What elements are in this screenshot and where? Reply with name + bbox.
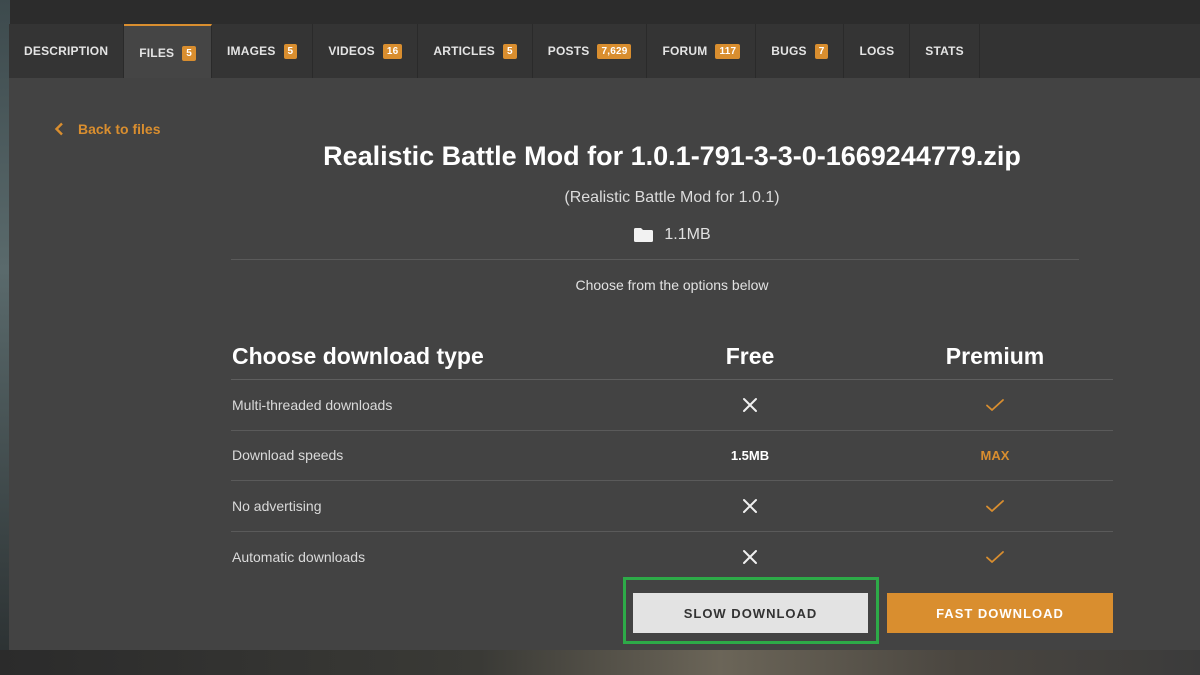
tab-stats[interactable]: STATS — [910, 24, 980, 78]
tab-forum[interactable]: FORUM 117 — [647, 24, 757, 78]
file-subtitle: (Realistic Battle Mod for 1.0.1) — [564, 189, 780, 206]
chevron-left-icon — [54, 122, 63, 136]
tab-label: LOGS — [859, 44, 895, 58]
feature-label: Multi-threaded downloads — [232, 396, 393, 413]
download-type-table: Choose download type Free Premium Multi-… — [231, 334, 1113, 582]
tab-label: FORUM — [662, 44, 708, 58]
feature-label: Download speeds — [232, 447, 344, 464]
tab-count-badge: 117 — [715, 43, 741, 59]
background-bottom-edge — [0, 650, 1200, 675]
divider — [231, 259, 1079, 260]
tab-label: STATS — [925, 44, 964, 58]
tab-label: POSTS — [547, 44, 590, 58]
premium-cell: MAX — [877, 448, 1113, 463]
free-cell — [623, 549, 877, 565]
folder-icon — [634, 228, 654, 242]
file-size: 1.1MB — [229, 226, 1115, 244]
tab-label: BUGS — [771, 44, 807, 58]
free-cell — [623, 397, 877, 413]
table-row: Download speeds 1.5MB MAX — [231, 431, 1113, 481]
free-cell: 1.5MB — [623, 448, 877, 463]
tab-posts[interactable]: POSTS 7,629 — [532, 24, 648, 78]
tab-bugs[interactable]: BUGS 7 — [756, 24, 845, 78]
header-free: Free — [725, 343, 775, 369]
premium-value: MAX — [980, 447, 1010, 463]
header-feature: Choose download type — [232, 343, 484, 369]
free-value: 1.5MB — [730, 447, 770, 463]
tab-files[interactable]: FILES 5 — [124, 24, 212, 78]
tab-count-badge: 16 — [382, 43, 403, 59]
tab-count-badge: 5 — [182, 45, 196, 61]
tab-count-badge: 5 — [283, 43, 298, 59]
cross-icon — [743, 549, 757, 564]
tab-count-badge: 7 — [814, 43, 829, 59]
back-to-files-link[interactable]: Back to files — [54, 121, 160, 137]
download-panel: DESCRIPTION FILES 5 IMAGES 5 VIDEOS 16 ARTICLES… — [9, 24, 1200, 650]
table-row: Automatic downloads — [231, 532, 1113, 583]
tab-label: VIDEOS — [328, 44, 375, 58]
premium-cell — [877, 498, 1113, 514]
tab-logs[interactable]: LOGS — [844, 24, 911, 78]
tab-articles[interactable]: ARTICLES 5 — [418, 24, 533, 78]
file-title: Realistic Battle Mod for 1.0.1-791-3-3-0… — [323, 141, 1021, 171]
feature-label: Automatic downloads — [232, 548, 366, 565]
table-row: No advertising — [231, 481, 1113, 532]
header-premium: Premium — [945, 343, 1045, 369]
tab-label: ARTICLES — [433, 44, 495, 58]
checkmark-icon — [986, 398, 1004, 411]
premium-cell — [877, 397, 1113, 413]
checkmark-icon — [986, 499, 1004, 512]
cross-icon — [743, 397, 757, 412]
back-to-files-label: Back to files — [78, 121, 161, 137]
tab-label: DESCRIPTION — [24, 44, 109, 58]
tab-videos[interactable]: VIDEOS 16 — [313, 24, 419, 78]
table-body: Multi-threaded downloads Download speeds 1… — [231, 380, 1113, 582]
choose-note: Choose from the options below — [575, 277, 769, 293]
table-row: Multi-threaded downloads — [231, 380, 1113, 431]
checkmark-icon — [986, 550, 1004, 563]
cross-icon — [743, 498, 757, 513]
premium-cell — [877, 549, 1113, 565]
tab-bar: DESCRIPTION FILES 5 IMAGES 5 VIDEOS 16 ARTICLES… — [9, 24, 1200, 78]
free-cell — [623, 498, 877, 514]
tab-description[interactable]: DESCRIPTION — [9, 24, 125, 78]
tab-label: FILES — [139, 46, 175, 60]
table-header: Choose download type Free Premium — [231, 334, 1113, 380]
tab-count-badge: 7,629 — [597, 43, 632, 59]
top-strip — [0, 0, 1200, 24]
fast-download-button[interactable]: FAST DOWNLOAD — [887, 593, 1113, 633]
tab-count-badge: 5 — [503, 43, 517, 59]
slow-download-button[interactable]: SLOW DOWNLOAD — [633, 593, 868, 633]
tab-images[interactable]: IMAGES 5 — [212, 24, 314, 78]
tab-label: IMAGES — [227, 44, 276, 58]
file-size-value: 1.1MB — [664, 226, 711, 243]
feature-label: No advertising — [232, 497, 322, 514]
